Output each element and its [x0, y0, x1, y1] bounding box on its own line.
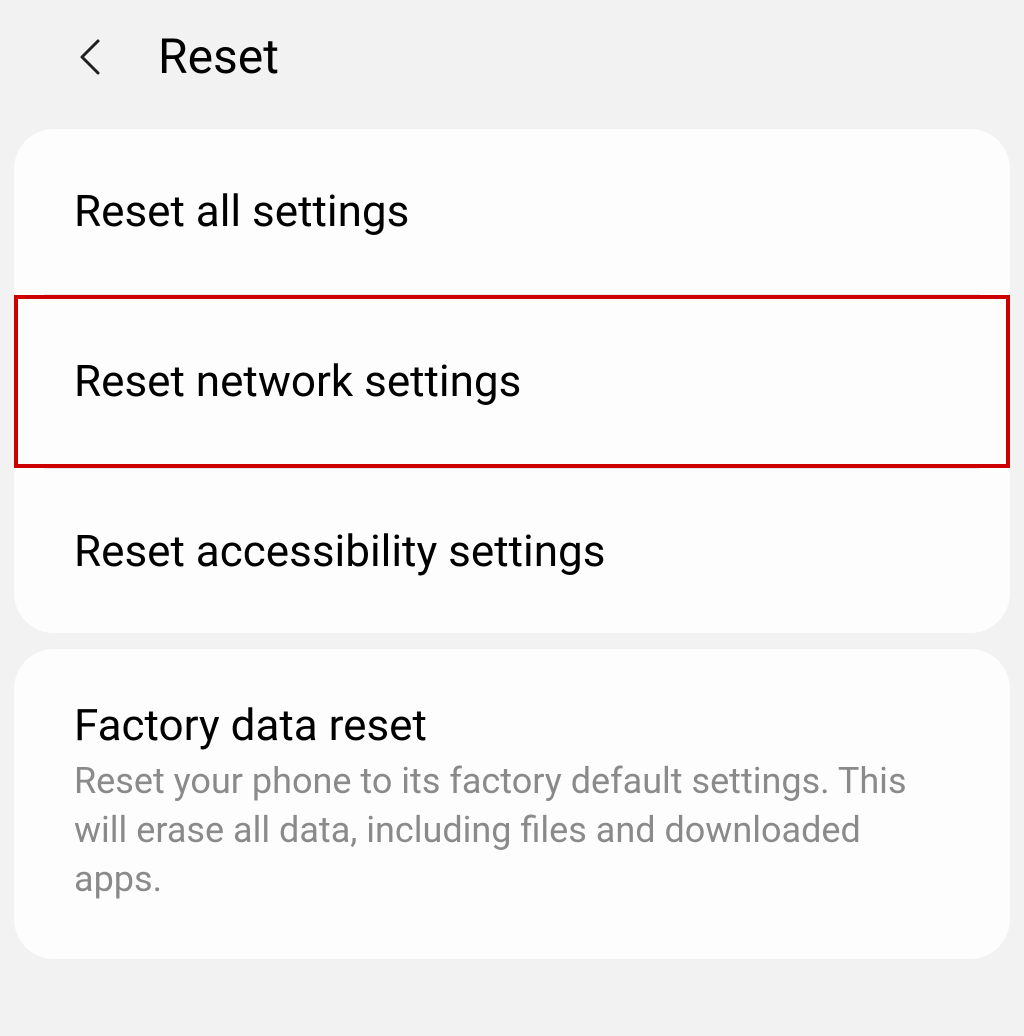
factory-reset-card: Factory data reset Reset your phone to i…	[14, 649, 1010, 959]
reset-network-settings-label: Reset network settings	[74, 355, 950, 408]
factory-data-reset-item[interactable]: Factory data reset Reset your phone to i…	[14, 649, 1010, 959]
reset-accessibility-settings-item[interactable]: Reset accessibility settings	[14, 469, 1010, 634]
reset-accessibility-settings-label: Reset accessibility settings	[74, 525, 950, 578]
reset-all-settings-item[interactable]: Reset all settings	[14, 129, 1010, 294]
back-icon[interactable]	[70, 37, 110, 77]
reset-options-card: Reset all settings Reset network setting…	[14, 129, 1010, 633]
factory-data-reset-title: Factory data reset	[74, 699, 950, 751]
header: Reset	[0, 0, 1024, 113]
factory-data-reset-description: Reset your phone to its factory default …	[74, 757, 950, 903]
page-title: Reset	[158, 28, 279, 85]
reset-network-settings-item[interactable]: Reset network settings	[14, 295, 1010, 468]
reset-all-settings-label: Reset all settings	[74, 185, 950, 238]
